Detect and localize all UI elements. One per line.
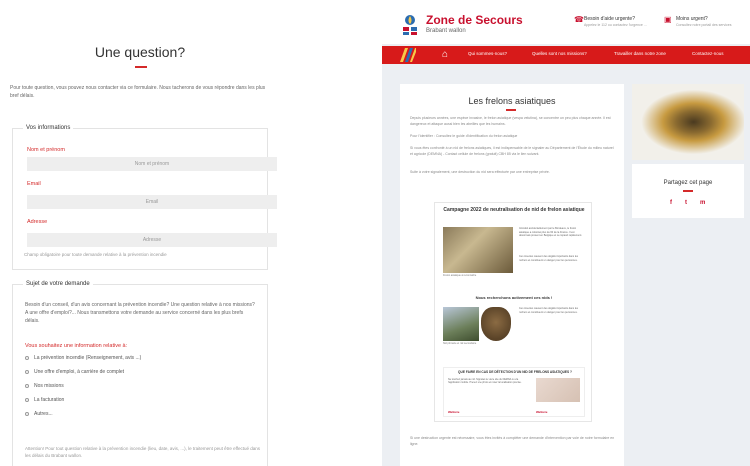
flag-icon bbox=[400, 48, 416, 62]
nest-photo bbox=[481, 307, 511, 341]
subject-description: Besoin d'un conseil, d'un avis concernan… bbox=[25, 302, 255, 324]
fieldset-legend-subject: Sujet de votre demande bbox=[23, 281, 93, 287]
calendar-icon: ▣ bbox=[664, 15, 672, 24]
address-field[interactable]: Adresse bbox=[27, 233, 277, 247]
zone-logo-icon[interactable] bbox=[402, 14, 418, 36]
mail-icon[interactable]: m bbox=[700, 200, 705, 206]
campaign-poster[interactable]: Campagne 2022 de neutralisation de nid d… bbox=[434, 202, 592, 422]
wallonie-logo: Wallonie bbox=[536, 410, 548, 414]
option-radio[interactable]: Une offre d'emploi, à carrière de comple… bbox=[25, 369, 124, 375]
form-intro: Pour toute question, vous pouvez nous co… bbox=[10, 85, 266, 99]
share-title: Partagez cet page bbox=[663, 180, 713, 186]
name-label: Nom et prénom bbox=[27, 147, 65, 153]
urgent-sub: Appelez le 112 ou contactez l'urgence ..… bbox=[584, 23, 647, 27]
option-label: Autres... bbox=[34, 411, 53, 417]
non-urgent-sub: Consultez notre portail des services bbox=[676, 23, 732, 27]
poster-box-text: Ne touchez jamais au nid. Signalez-le vi… bbox=[448, 378, 522, 385]
hornet-side-photo bbox=[632, 84, 744, 160]
tree-nest-photo bbox=[443, 307, 479, 341]
subject-fieldset: Sujet de votre demande Besoin d'un conse… bbox=[12, 281, 268, 466]
poster-text: Ces insectes causent des dégâts importan… bbox=[519, 255, 579, 262]
name-field[interactable]: Nom et prénom bbox=[27, 157, 277, 171]
option-label: La prévention incendie (Renseignement, a… bbox=[34, 355, 142, 361]
nav-item-about[interactable]: Qui sommes-nous? bbox=[468, 51, 507, 56]
nav-item-jobs[interactable]: Travailler dans notre zone bbox=[614, 51, 666, 56]
radio-icon[interactable] bbox=[25, 412, 29, 416]
radio-icon[interactable] bbox=[25, 370, 29, 374]
site-title[interactable]: Zone de Secours bbox=[426, 13, 523, 27]
site-subtitle: Brabant wallon bbox=[426, 28, 466, 34]
email-field[interactable]: Email bbox=[27, 195, 277, 209]
site-header: Zone de Secours Brabant wallon ☎ Besoin … bbox=[382, 8, 750, 44]
poster-subtitle: Nous recherchons activement ces nids ! bbox=[475, 295, 553, 300]
personal-info-fieldset: Vos informations Nom et prénom Nom et pr… bbox=[12, 125, 277, 270]
fieldset-legend-personal: Vos informations bbox=[23, 125, 74, 131]
form-title: Une question? bbox=[94, 44, 186, 60]
urgent-title: Besoin d'aide urgente? bbox=[584, 16, 635, 22]
poster-caption: Nid primaire et nid secondaire bbox=[443, 342, 477, 345]
address-label: Adresse bbox=[27, 219, 48, 225]
article-footer-text: Si une destruction urgente est nécessair… bbox=[410, 436, 615, 446]
article-paragraph: Si vous êtes confronté à un nid de frelo… bbox=[410, 146, 614, 156]
main-navbar: ⌂ Qui sommes-nous? Quelles sont nos miss… bbox=[382, 46, 750, 64]
option-label: Nos missions bbox=[34, 383, 64, 389]
article-paragraph[interactable]: Pour l'identifier : Consultez le guide d… bbox=[410, 134, 616, 140]
home-icon[interactable]: ⌂ bbox=[442, 48, 448, 62]
poster-info-box: QUE FAIRE EN CAS DE DÉTECTION D'UN NID D… bbox=[443, 367, 585, 417]
poster-caption: Frelon asiatique à reconnaître bbox=[443, 274, 477, 277]
option-radio[interactable]: Nos missions bbox=[25, 383, 64, 389]
urgent-contact[interactable]: Besoin d'aide urgente? Appelez le 112 ou… bbox=[584, 16, 647, 27]
article-card: Les frelons asiatiques Depuis plusieurs … bbox=[400, 84, 624, 466]
website-panel: Zone de Secours Brabant wallon ☎ Besoin … bbox=[382, 8, 750, 466]
article-paragraph: Suite à votre signalement, une destructi… bbox=[410, 170, 550, 174]
contact-form-panel: Une question? Pour toute question, vous … bbox=[0, 0, 280, 466]
article-title-underline bbox=[506, 109, 516, 111]
non-urgent-contact[interactable]: Moins urgent? Consultez notre portail de… bbox=[676, 16, 731, 27]
phone-icon: ☎ bbox=[574, 15, 584, 24]
poster-box-title: QUE FAIRE EN CAS DE DÉTECTION D'UN NID D… bbox=[458, 370, 572, 374]
radio-icon[interactable] bbox=[25, 398, 29, 402]
option-label: Une offre d'emploi, à carrière de comple… bbox=[34, 369, 125, 375]
hornet-photo bbox=[443, 227, 513, 273]
poster-title: Campagne 2022 de neutralisation de nid d… bbox=[443, 207, 585, 213]
subject-footer-note: Attention! Pour tout question relative à… bbox=[25, 446, 261, 458]
nav-item-contact[interactable]: Contactez-nous bbox=[692, 51, 724, 56]
option-radio[interactable]: La facturation bbox=[25, 397, 64, 403]
poster-text: Introduit accidentellement par le Bordea… bbox=[519, 227, 582, 238]
title-underline bbox=[135, 66, 147, 68]
poster-box-image bbox=[536, 378, 580, 402]
required-note: Champ obligatoire pour toute demande rel… bbox=[24, 252, 167, 257]
article-title: Les frelons asiatiques bbox=[468, 96, 556, 106]
email-label: Email bbox=[27, 181, 41, 187]
twitter-icon[interactable]: t bbox=[685, 200, 687, 206]
article-paragraph: Depuis plusieurs années, une espèce inva… bbox=[410, 116, 611, 126]
option-label: La facturation bbox=[34, 397, 65, 403]
info-label: Vous souhaitez une information relative … bbox=[25, 343, 128, 349]
radio-icon[interactable] bbox=[25, 384, 29, 388]
non-urgent-title: Moins urgent? bbox=[676, 16, 708, 22]
facebook-icon[interactable]: f bbox=[670, 200, 672, 206]
option-radio[interactable]: La prévention incendie (Renseignement, a… bbox=[25, 355, 141, 361]
radio-icon[interactable] bbox=[25, 356, 29, 360]
poster-text: Ces insectes causent des dégâts importan… bbox=[519, 307, 579, 314]
nav-item-missions[interactable]: Quelles sont nos missions? bbox=[532, 51, 587, 56]
option-radio[interactable]: Autres... bbox=[25, 411, 53, 417]
wallonie-logo: Wallonie bbox=[448, 410, 460, 414]
share-card: Partagez cet page f t m bbox=[632, 164, 744, 218]
share-title-underline bbox=[683, 190, 693, 192]
